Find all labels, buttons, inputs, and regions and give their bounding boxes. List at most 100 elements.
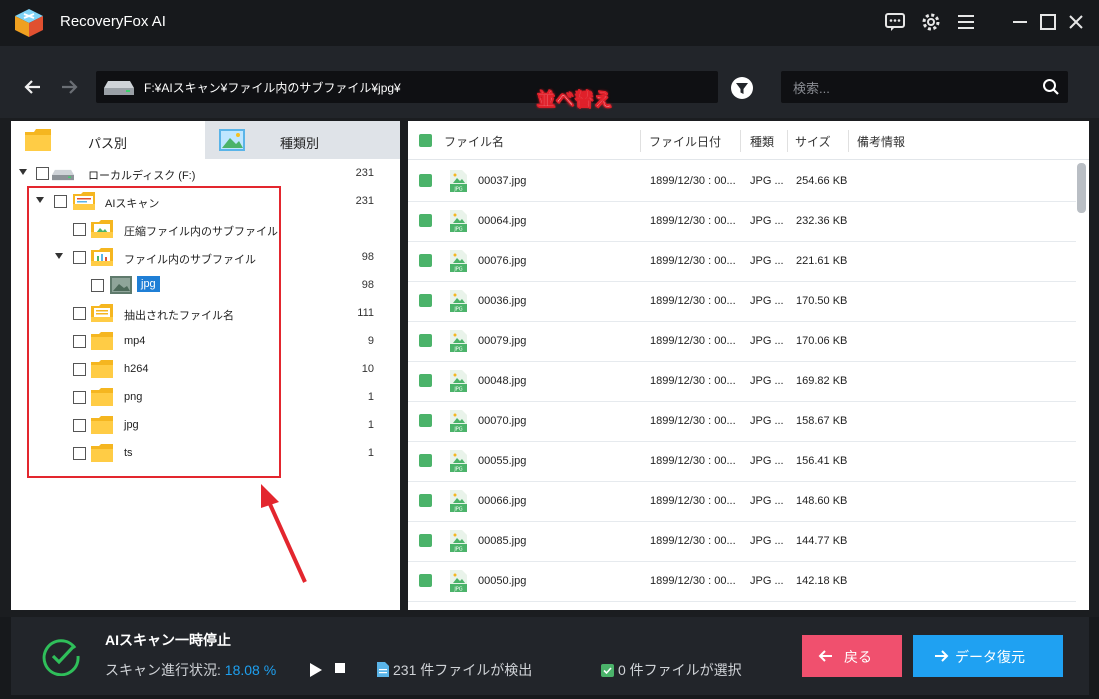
column-header-type[interactable]: 種類: [750, 133, 774, 150]
column-header-name[interactable]: ファイル名: [444, 133, 504, 150]
svg-text:JPG: JPG: [453, 307, 462, 313]
back-arrow-icon[interactable]: [22, 76, 48, 98]
tree-item-count: 231: [355, 167, 374, 179]
table-row[interactable]: JPG 00076.jpg 1899/12/30 : 00... JPG ... 221…: [408, 241, 1076, 282]
address-path: F:¥AIスキャン¥ファイル内のサブファイル¥jpg¥: [144, 81, 401, 95]
column-header-note[interactable]: 備考情報: [857, 133, 905, 150]
row-checkbox[interactable]: [419, 294, 432, 307]
table-row[interactable]: JPG 00036.jpg 1899/12/30 : 00... JPG ... 170…: [408, 281, 1076, 322]
close-icon[interactable]: [1064, 10, 1088, 34]
svg-text:JPG: JPG: [453, 227, 462, 233]
image-icon: [219, 129, 245, 151]
tab-type[interactable]: 種類別: [205, 121, 400, 159]
checkbox[interactable]: [36, 167, 49, 180]
row-checkbox[interactable]: [419, 534, 432, 547]
play-icon[interactable]: [309, 662, 323, 678]
file-size: 148.60 KB: [796, 495, 848, 507]
search-icon[interactable]: [1042, 78, 1060, 100]
row-checkbox[interactable]: [419, 214, 432, 227]
maximize-icon[interactable]: [1036, 10, 1060, 34]
svg-text:JPG: JPG: [453, 427, 462, 433]
svg-text:JPG: JPG: [453, 187, 462, 193]
table-row[interactable]: JPG 00055.jpg 1899/12/30 : 00... JPG ... 156…: [408, 441, 1076, 482]
table-row[interactable]: JPG 00066.jpg 1899/12/30 : 00... JPG ... 148…: [408, 481, 1076, 522]
file-icon: [377, 662, 389, 677]
tree-item-local-disk[interactable]: ローカルディスク (F:) 231: [11, 163, 400, 185]
file-size: 221.61 KB: [796, 255, 848, 267]
tree-item-count: 111: [357, 307, 374, 319]
sort-annotation-label: 並べ替え: [537, 90, 613, 112]
column-header-size[interactable]: サイズ: [795, 133, 831, 150]
row-checkbox[interactable]: [419, 574, 432, 587]
table-row[interactable]: JPG 00037.jpg 1899/12/30 : 00... JPG ... 254…: [408, 161, 1076, 202]
search-input[interactable]: [791, 77, 1035, 99]
file-name: 00048.jpg: [478, 375, 527, 387]
row-checkbox[interactable]: [419, 374, 432, 387]
file-size: 156.41 KB: [796, 455, 848, 467]
scan-progress-value: 18.08 %: [224, 662, 277, 678]
svg-text:JPG: JPG: [453, 387, 462, 393]
gear-icon[interactable]: [919, 10, 943, 34]
status-bar: AIスキャン一時停止 スキャン進行状況: 18.08 % 231 件ファイルが検…: [0, 617, 1099, 699]
column-header-date[interactable]: ファイル日付: [649, 133, 721, 150]
back-button-label: 戻る: [844, 649, 872, 665]
file-size: 170.06 KB: [796, 335, 848, 347]
jpg-file-icon: JPG: [450, 250, 467, 272]
file-type: JPG ...: [750, 335, 784, 347]
jpg-file-icon: JPG: [450, 450, 467, 472]
filter-icon[interactable]: [731, 77, 753, 99]
jpg-file-icon: JPG: [450, 210, 467, 232]
drive-icon: [52, 169, 74, 181]
back-button[interactable]: 戻る: [802, 635, 902, 677]
view-tabs: パス別 種類別: [11, 121, 400, 159]
scan-complete-check-icon: [42, 639, 80, 676]
file-name: 00036.jpg: [478, 295, 527, 307]
file-type: JPG ...: [750, 255, 784, 267]
tree-item-count: 1: [367, 419, 374, 431]
recover-button[interactable]: データ復元: [913, 635, 1063, 677]
file-type: JPG ...: [750, 495, 784, 507]
file-date: 1899/12/30 : 00...: [650, 535, 736, 547]
found-files: 231 件ファイルが検出: [377, 660, 532, 680]
select-all-checkbox[interactable]: [419, 134, 432, 147]
menu-icon[interactable]: [954, 10, 978, 34]
row-checkbox[interactable]: [419, 414, 432, 427]
file-type: JPG ...: [750, 415, 784, 427]
search-box[interactable]: [781, 71, 1068, 103]
svg-text:JPG: JPG: [453, 467, 462, 473]
file-date: 1899/12/30 : 00...: [650, 375, 736, 387]
tab-path[interactable]: パス別: [11, 121, 205, 159]
selected-files: 0 件ファイルが選択: [601, 660, 742, 680]
table-row[interactable]: JPG 00085.jpg 1899/12/30 : 00... JPG ... 144…: [408, 521, 1076, 562]
scan-status-title: AIスキャン一時停止: [105, 632, 231, 648]
svg-text:JPG: JPG: [453, 267, 462, 273]
table-row[interactable]: JPG 00070.jpg 1899/12/30 : 00... JPG ... 158…: [408, 401, 1076, 442]
stop-icon[interactable]: [335, 663, 345, 673]
minimize-icon[interactable]: [1008, 10, 1032, 34]
file-date: 1899/12/30 : 00...: [650, 335, 736, 347]
table-row[interactable]: JPG 00050.jpg 1899/12/30 : 00... JPG ... 142…: [408, 561, 1076, 602]
row-checkbox[interactable]: [419, 334, 432, 347]
collapse-arrow-icon[interactable]: [19, 169, 27, 175]
row-checkbox[interactable]: [419, 254, 432, 267]
file-date: 1899/12/30 : 00...: [650, 295, 736, 307]
file-size: 169.82 KB: [796, 375, 848, 387]
file-size: 232.36 KB: [796, 215, 848, 227]
table-row[interactable]: JPG 00079.jpg 1899/12/30 : 00... JPG ... 170…: [408, 321, 1076, 362]
jpg-file-icon: JPG: [450, 290, 467, 312]
file-size: 158.67 KB: [796, 415, 848, 427]
table-row[interactable]: JPG 00048.jpg 1899/12/30 : 00... JPG ... 169…: [408, 361, 1076, 402]
column-divider: [740, 130, 741, 152]
address-bar[interactable]: F:¥AIスキャン¥ファイル内のサブファイル¥jpg¥: [96, 71, 718, 103]
tree-item-label: ローカルディスク (F:): [88, 170, 196, 182]
scrollbar-thumb[interactable]: [1077, 163, 1086, 213]
column-divider: [640, 130, 641, 152]
forward-arrow-icon[interactable]: [58, 76, 84, 98]
row-checkbox[interactable]: [419, 494, 432, 507]
file-name: 00079.jpg: [478, 335, 527, 347]
row-checkbox[interactable]: [419, 454, 432, 467]
file-type: JPG ...: [750, 295, 784, 307]
table-row[interactable]: JPG 00064.jpg 1899/12/30 : 00... JPG ... 232…: [408, 201, 1076, 242]
feedback-icon[interactable]: [883, 10, 907, 34]
row-checkbox[interactable]: [419, 174, 432, 187]
